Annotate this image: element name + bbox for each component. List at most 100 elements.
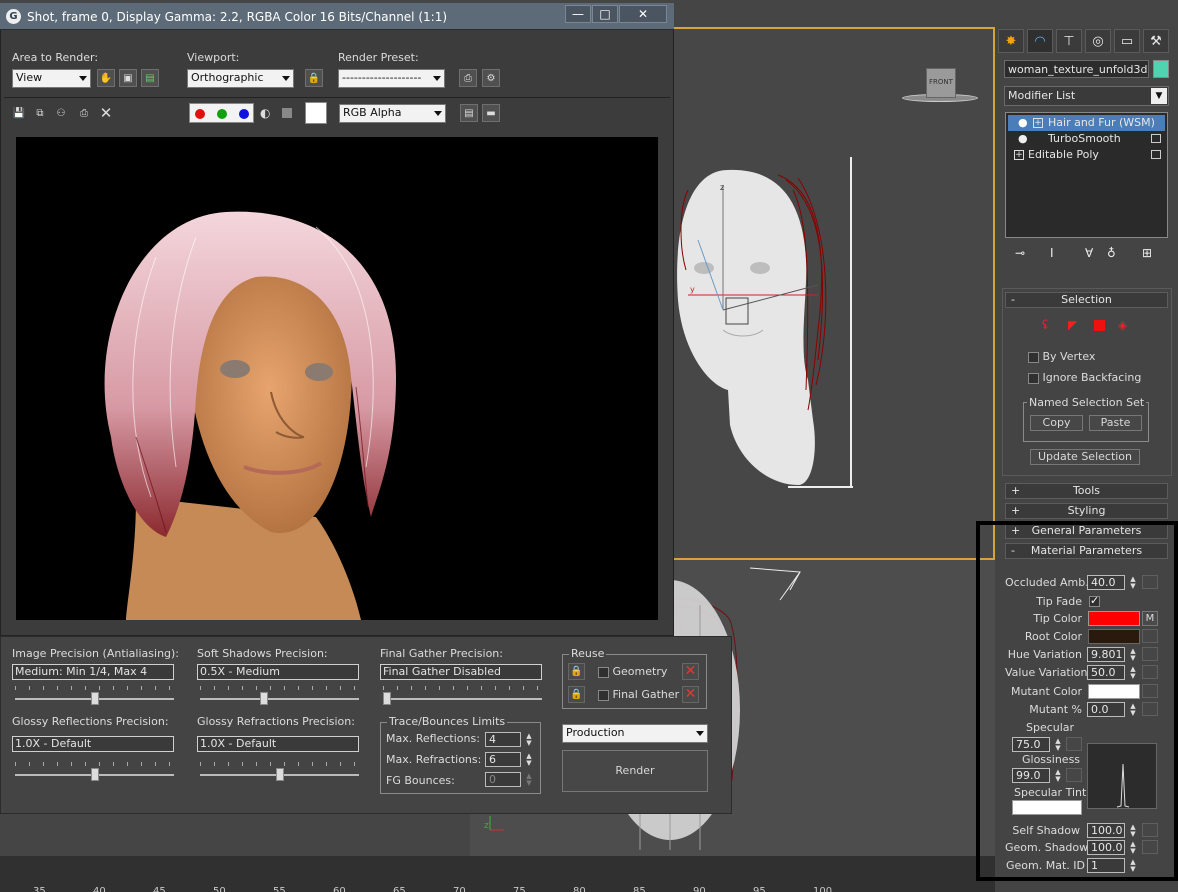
glossy-reflections-slider[interactable] bbox=[15, 762, 174, 782]
copy-area-icon[interactable]: ▤ bbox=[141, 69, 159, 87]
chevron-down-icon[interactable]: ▼ bbox=[1151, 88, 1167, 104]
tools-rollout-header[interactable]: + Tools bbox=[1005, 483, 1168, 499]
minimize-button[interactable]: — bbox=[565, 5, 591, 23]
max-refractions-spinner[interactable]: ▲ ▼ bbox=[524, 753, 534, 767]
final-gather-checkbox[interactable]: Final Gather bbox=[598, 688, 679, 701]
toggle-ui-overlay-icon[interactable]: ▤ bbox=[460, 104, 478, 122]
viewcube[interactable]: FRONT bbox=[902, 64, 978, 104]
stack-item-editable-poly[interactable]: + Editable Poly bbox=[1008, 147, 1165, 163]
glossy-reflections-field[interactable]: 1.0X - Default bbox=[12, 736, 174, 752]
blue-channel-icon[interactable] bbox=[239, 109, 249, 119]
slider-thumb[interactable] bbox=[90, 768, 99, 781]
clear-icon[interactable]: ✕ bbox=[97, 104, 115, 122]
make-unique-icon[interactable]: ∀ bbox=[1085, 246, 1093, 260]
stack-item-label: TurboSmooth bbox=[1048, 132, 1121, 145]
ignore-backfacing-checkbox[interactable]: Ignore Backfacing bbox=[1028, 371, 1141, 384]
edit-region-icon[interactable]: ✋ bbox=[97, 69, 115, 87]
fg-bounces-spinner[interactable]: ▲ ▼ bbox=[524, 773, 534, 787]
area-to-render-dropdown[interactable]: View bbox=[12, 69, 91, 88]
glossy-refractions-slider[interactable] bbox=[200, 762, 359, 782]
show-end-result-icon[interactable]: Ⅰ bbox=[1050, 246, 1054, 260]
paste-button[interactable]: Paste bbox=[1089, 415, 1142, 431]
slider-thumb[interactable] bbox=[90, 692, 99, 705]
close-button[interactable]: ✕ bbox=[619, 5, 667, 23]
print-icon[interactable]: ⎙ bbox=[75, 104, 93, 122]
svg-text:z: z bbox=[720, 183, 724, 192]
render-button[interactable]: Render bbox=[562, 750, 708, 792]
tip-icon[interactable]: ◤ bbox=[1068, 318, 1077, 332]
channel-buttons bbox=[189, 103, 254, 123]
slider-thumb[interactable] bbox=[383, 692, 391, 705]
max-reflections-spinner[interactable]: ▲ ▼ bbox=[524, 733, 534, 747]
command-panel-tabs: ✸ ◠ ⊤ ◎ ▭ ⚒ bbox=[998, 29, 1174, 53]
remove-modifier-icon[interactable]: ♁ bbox=[1107, 246, 1116, 260]
viewport-dropdown[interactable]: Orthographic bbox=[187, 69, 294, 88]
modify-tab-icon[interactable]: ◠ bbox=[1027, 29, 1053, 53]
max-reflections-input[interactable]: 4 bbox=[485, 732, 521, 747]
lightbulb-icon[interactable]: ● bbox=[1018, 131, 1028, 147]
fg-bounces-input[interactable]: 0 bbox=[485, 772, 521, 787]
modifier-stack[interactable]: ● + Hair and Fur (WSM) ● TurboSmooth + E… bbox=[1005, 112, 1168, 238]
update-selection-button[interactable]: Update Selection bbox=[1030, 449, 1140, 465]
clear-final-gather-cache-icon[interactable]: ✕ bbox=[682, 686, 699, 703]
geometry-checkbox[interactable]: Geometry bbox=[598, 665, 667, 678]
red-channel-icon[interactable] bbox=[195, 109, 205, 119]
display-tab-icon[interactable]: ▭ bbox=[1114, 29, 1140, 53]
modifier-list-dropdown[interactable]: Modifier List ▼ bbox=[1004, 86, 1169, 106]
head-model[interactable]: z y bbox=[668, 150, 868, 495]
by-vertex-checkbox[interactable]: By Vertex bbox=[1028, 350, 1095, 363]
strand-icon[interactable] bbox=[1094, 320, 1105, 331]
motion-tab-icon[interactable]: ◎ bbox=[1085, 29, 1111, 53]
soft-shadows-field[interactable]: 0.5X - Medium bbox=[197, 664, 359, 680]
create-tab-icon[interactable]: ✸ bbox=[998, 29, 1024, 53]
render-mode-dropdown[interactable]: Production bbox=[562, 724, 708, 743]
slider-thumb[interactable] bbox=[275, 768, 284, 781]
object-color-swatch[interactable] bbox=[1153, 60, 1169, 78]
element-icon[interactable]: ◈ bbox=[1118, 318, 1127, 332]
image-precision-field[interactable]: Medium: Min 1/4, Max 4 bbox=[12, 664, 174, 680]
lightbulb-icon[interactable]: ● bbox=[1018, 115, 1028, 131]
viewcube-face[interactable]: FRONT bbox=[926, 68, 956, 98]
area-to-render-label: Area to Render: bbox=[12, 51, 99, 64]
styling-rollout-header[interactable]: + Styling bbox=[1005, 503, 1168, 519]
selection-rollout-header[interactable]: - Selection bbox=[1005, 292, 1168, 308]
max-refractions-input[interactable]: 6 bbox=[485, 752, 521, 767]
channel-display-dropdown[interactable]: RGB Alpha bbox=[339, 104, 446, 123]
green-channel-icon[interactable] bbox=[217, 109, 227, 119]
configure-sets-icon[interactable]: ⊞ bbox=[1142, 246, 1152, 260]
expand-icon[interactable]: + bbox=[1014, 150, 1024, 160]
soft-shadows-slider[interactable] bbox=[200, 686, 359, 706]
copy-button[interactable]: Copy bbox=[1030, 415, 1083, 431]
copy-image-icon[interactable]: ⧉ bbox=[31, 104, 49, 122]
maximize-button[interactable]: □ bbox=[592, 5, 618, 23]
pin-stack-icon[interactable]: ⊸ bbox=[1015, 246, 1025, 260]
clone-window-icon[interactable]: ⚇ bbox=[52, 104, 70, 122]
lock-geometry-icon[interactable]: 🔒 bbox=[568, 663, 585, 680]
color-swatch[interactable] bbox=[305, 102, 327, 124]
utilities-tab-icon[interactable]: ⚒ bbox=[1143, 29, 1169, 53]
environment-icon[interactable]: ⚙ bbox=[482, 69, 500, 87]
time-ruler[interactable]: 35 40 45 50 55 60 65 70 75 80 85 90 95 1… bbox=[0, 856, 995, 892]
save-image-icon[interactable]: 💾 bbox=[10, 104, 28, 122]
window-title-bar[interactable]: G Shot, frame 0, Display Gamma: 2.2, RGB… bbox=[0, 3, 674, 30]
slider-thumb[interactable] bbox=[260, 692, 269, 705]
guide-icon[interactable]: ʢ bbox=[1042, 318, 1048, 332]
mono-icon[interactable] bbox=[282, 108, 292, 118]
image-precision-slider[interactable] bbox=[15, 686, 174, 706]
clear-geometry-cache-icon[interactable]: ✕ bbox=[682, 663, 699, 680]
toggle-ui-icon[interactable]: ▬ bbox=[482, 104, 500, 122]
final-gather-precision-field[interactable]: Final Gather Disabled bbox=[380, 664, 542, 680]
render-preset-dropdown[interactable]: -------------------- bbox=[338, 69, 445, 88]
final-gather-slider[interactable] bbox=[383, 686, 542, 706]
lock-final-gather-icon[interactable]: 🔒 bbox=[568, 686, 585, 703]
render-canvas[interactable] bbox=[16, 137, 658, 620]
stack-item-turbosmooth[interactable]: ● TurboSmooth bbox=[1008, 131, 1165, 147]
stack-item-hair-and-fur[interactable]: ● + Hair and Fur (WSM) bbox=[1008, 115, 1165, 131]
render-setup-icon[interactable]: ⎙ bbox=[459, 69, 477, 87]
lock-viewport-icon[interactable]: 🔒 bbox=[305, 69, 323, 87]
glossy-refractions-field[interactable]: 1.0X - Default bbox=[197, 736, 359, 752]
hierarchy-tab-icon[interactable]: ⊤ bbox=[1056, 29, 1082, 53]
auto-region-icon[interactable]: ▣ bbox=[119, 69, 137, 87]
alpha-channel-icon[interactable]: ◐ bbox=[260, 106, 270, 120]
object-name-field[interactable]: woman_texture_unfold3d bbox=[1004, 60, 1149, 78]
